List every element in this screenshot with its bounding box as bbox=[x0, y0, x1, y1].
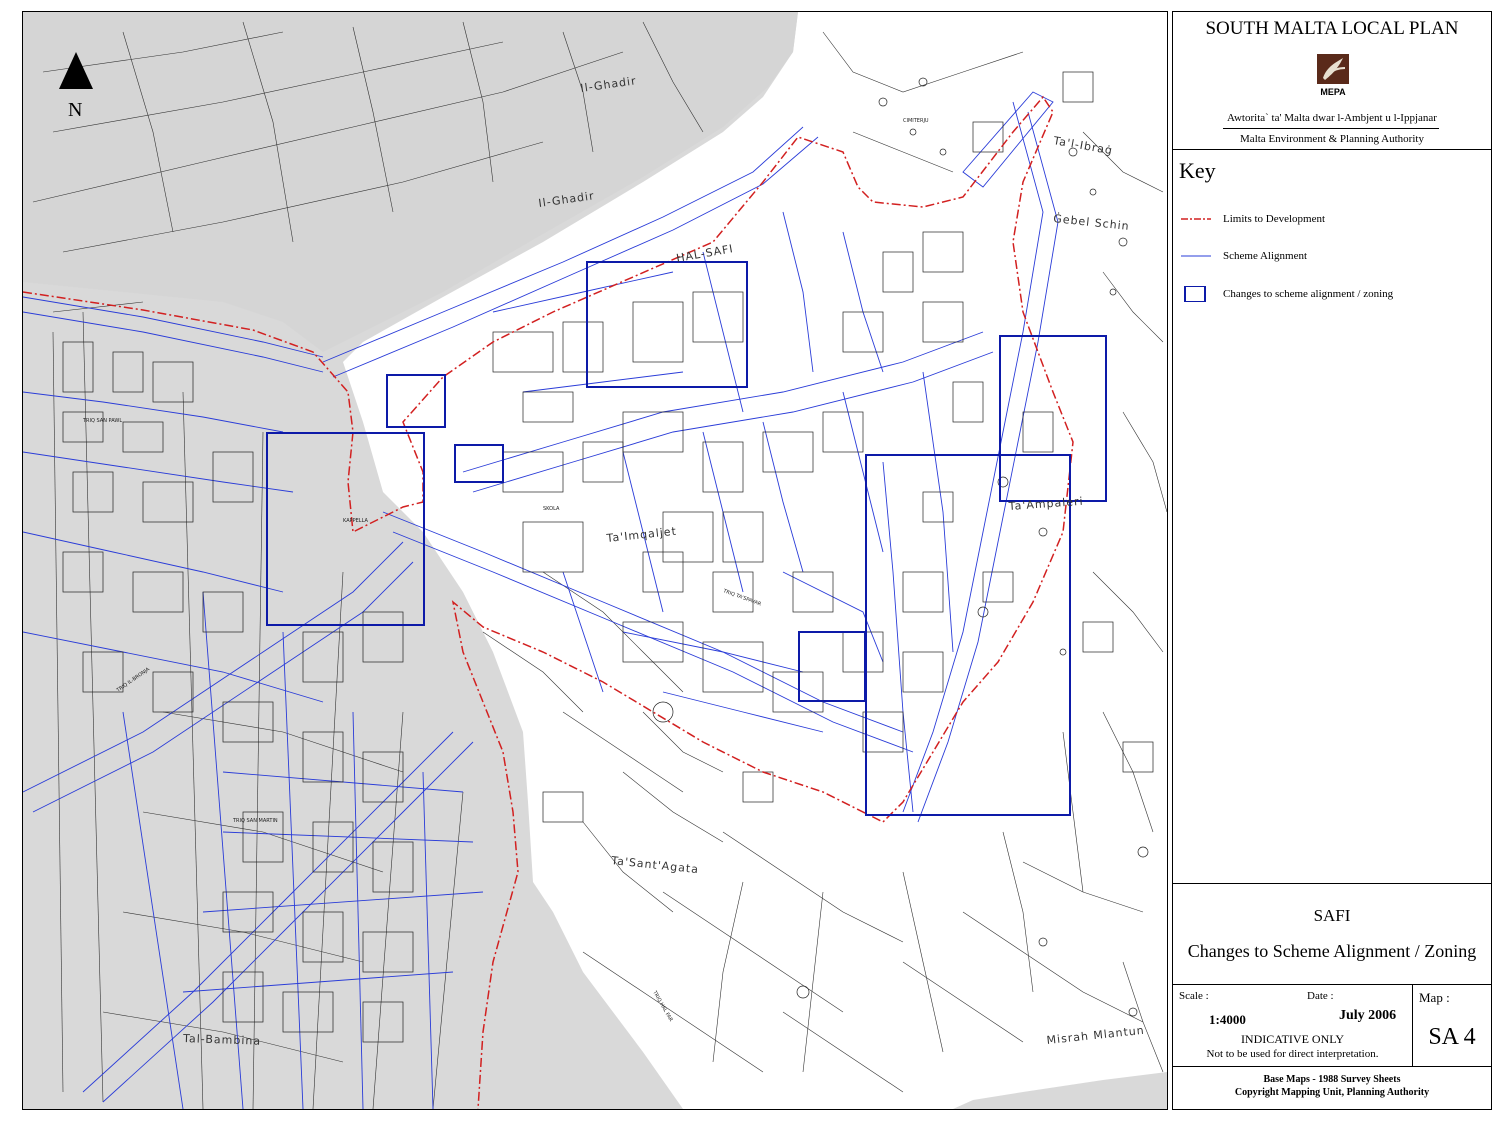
key-item-limits: Limits to Development bbox=[1181, 209, 1325, 229]
logo-text: MEPA bbox=[1320, 87, 1346, 97]
key-item-label: Changes to scheme alignment / zoning bbox=[1223, 288, 1394, 300]
scale-value: 1:4000 bbox=[1209, 1012, 1246, 1027]
street-label-ta-spavar: TRIQ TA'SPAVAR bbox=[721, 588, 762, 608]
divider bbox=[1173, 984, 1491, 985]
authority-divider bbox=[1223, 128, 1439, 129]
base-maps-note: Base Maps - 1988 Survey Sheets bbox=[1263, 1074, 1401, 1085]
key-item-label: Limits to Development bbox=[1223, 213, 1326, 225]
key-item-label: Scheme Alignment bbox=[1223, 250, 1308, 262]
indicative-note: INDICATIVE ONLY bbox=[1240, 1032, 1345, 1046]
change-box-3[interactable] bbox=[454, 444, 504, 483]
divider bbox=[1173, 149, 1491, 150]
change-box-1[interactable] bbox=[386, 374, 446, 428]
plan-title: SOUTH MALTA LOCAL PLAN bbox=[1205, 18, 1459, 39]
street-label-kappella: KAPPELLA bbox=[343, 518, 368, 524]
date-value: July 2006 bbox=[1339, 1008, 1397, 1023]
place-label-ta-ampaleri: Ta'Ampaleri bbox=[1007, 495, 1084, 513]
street-label-san-pawl: TRIQ SAN PAWL bbox=[82, 418, 122, 424]
street-label-skola: SKOLA bbox=[543, 506, 560, 512]
map-subtitle: Changes to Scheme Alignment / Zoning bbox=[1187, 941, 1477, 961]
north-label: N bbox=[68, 99, 82, 121]
locality-name: SAFI bbox=[1313, 906, 1351, 925]
blue-square-outline-icon bbox=[1184, 286, 1206, 302]
place-label-gebel-schin: Ġebel Schin bbox=[1053, 212, 1131, 233]
copyright-note: Copyright Mapping Unit, Planning Authori… bbox=[1234, 1087, 1430, 1098]
map-canvas: N Il-Ghadir Il-Ghadir HAL-SAFI Ta'l-Ibra… bbox=[23, 12, 1167, 1109]
place-label-tal-bambina: Tal-Bambina bbox=[182, 1032, 261, 1048]
map-number-label: Map : bbox=[1419, 990, 1450, 1005]
change-box-4[interactable] bbox=[586, 261, 748, 388]
interpretation-note: Not to be used for direct interpretation… bbox=[1206, 1048, 1379, 1060]
scale-label: Scale : bbox=[1179, 990, 1209, 1002]
place-label-ta-imqaljet: Ta'Imqaljet bbox=[605, 525, 678, 545]
thin-blue-line-icon bbox=[1181, 255, 1211, 257]
street-label-hal-far: TRIQ HAL FAR bbox=[651, 989, 674, 1023]
change-box-7[interactable] bbox=[798, 631, 866, 702]
date-label: Date : bbox=[1307, 990, 1334, 1002]
authority-maltese: Awtorita` ta' Malta dwar l-Ambjent u l-I… bbox=[1227, 112, 1437, 124]
key-item-changes: Changes to scheme alignment / zoning bbox=[1181, 284, 1393, 304]
authority-english: Malta Environment & Planning Authority bbox=[1240, 133, 1424, 145]
place-label-ta-l-ibrag: Ta'l-Ibraġ bbox=[1051, 134, 1114, 157]
street-label-cimiterju: CIMITERJU bbox=[903, 118, 929, 124]
place-label-ta-sant-agata: Ta'Sant'Agata bbox=[610, 854, 700, 876]
place-label-misrah-mlantun: Misrah Mlantun bbox=[1046, 1024, 1145, 1047]
divider bbox=[1173, 1066, 1491, 1067]
legend-panel: SOUTH MALTA LOCAL PLAN MEPA Awtorita` ta… bbox=[1172, 11, 1492, 1110]
dash-dot-red-line-icon bbox=[1181, 218, 1211, 220]
mepa-logo: MEPA bbox=[1317, 54, 1349, 97]
grey-area-southeast bbox=[953, 1072, 1167, 1109]
map-area[interactable]: N Il-Ghadir Il-Ghadir HAL-SAFI Ta'l-Ibra… bbox=[22, 11, 1168, 1110]
divider bbox=[1173, 883, 1491, 884]
street-label-san-martin: TRIQ SAN MARTIN bbox=[232, 818, 278, 824]
key-title: Key bbox=[1179, 158, 1216, 183]
map-number-value: SA 4 bbox=[1428, 1024, 1476, 1050]
key-item-scheme: Scheme Alignment bbox=[1181, 246, 1307, 266]
